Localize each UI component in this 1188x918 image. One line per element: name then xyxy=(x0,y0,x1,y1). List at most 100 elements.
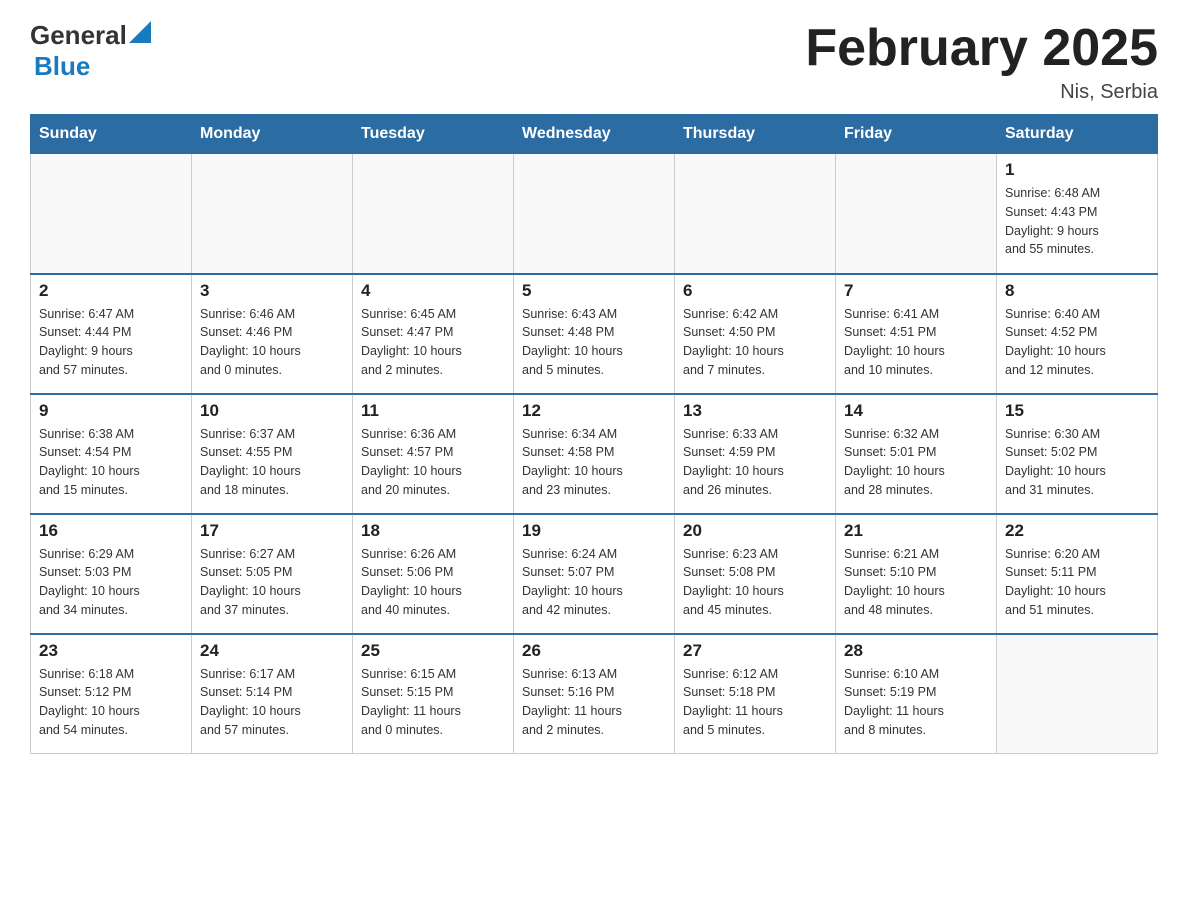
day-number: 10 xyxy=(200,401,344,421)
calendar-location: Nis, Serbia xyxy=(805,81,1158,104)
title-section: February 2025 Nis, Serbia xyxy=(805,20,1158,104)
day-info: Sunrise: 6:45 AM Sunset: 4:47 PM Dayligh… xyxy=(361,305,505,380)
day-info: Sunrise: 6:13 AM Sunset: 5:16 PM Dayligh… xyxy=(522,665,666,740)
calendar-cell-w2-d3: 4 Sunrise: 6:45 AM Sunset: 4:47 PM Daylig… xyxy=(353,274,514,394)
day-number: 24 xyxy=(200,641,344,661)
day-info: Sunrise: 6:27 AM Sunset: 5:05 PM Dayligh… xyxy=(200,545,344,620)
calendar-cell-w5-d5: 27 Sunrise: 6:12 AM Sunset: 5:18 PM Dayli… xyxy=(675,634,836,754)
calendar-title: February 2025 xyxy=(805,20,1158,77)
calendar-header-row: Sunday Monday Tuesday Wednesday Thursday… xyxy=(31,115,1158,154)
calendar-week-3: 9 Sunrise: 6:38 AM Sunset: 4:54 PM Daylig… xyxy=(31,394,1158,514)
calendar-cell-w4-d6: 21 Sunrise: 6:21 AM Sunset: 5:10 PM Dayli… xyxy=(836,514,997,634)
day-number: 22 xyxy=(1005,521,1149,541)
calendar-cell-w4-d1: 16 Sunrise: 6:29 AM Sunset: 5:03 PM Dayli… xyxy=(31,514,192,634)
calendar-week-1: 1Sunrise: 6:48 AM Sunset: 4:43 PM Daylig… xyxy=(31,154,1158,274)
header-tuesday: Tuesday xyxy=(353,115,514,154)
calendar-cell-w2-d7: 8 Sunrise: 6:40 AM Sunset: 4:52 PM Daylig… xyxy=(997,274,1158,394)
day-info: Sunrise: 6:47 AM Sunset: 4:44 PM Dayligh… xyxy=(39,305,183,380)
calendar-cell-w3-d5: 13 Sunrise: 6:33 AM Sunset: 4:59 PM Dayli… xyxy=(675,394,836,514)
day-number: 5 xyxy=(522,281,666,301)
day-number: 11 xyxy=(361,401,505,421)
day-info: Sunrise: 6:37 AM Sunset: 4:55 PM Dayligh… xyxy=(200,425,344,500)
header-saturday: Saturday xyxy=(997,115,1158,154)
calendar-cell-w5-d3: 25Sunrise: 6:15 AM Sunset: 5:15 PM Dayli… xyxy=(353,634,514,754)
day-number: 2 xyxy=(39,281,183,301)
day-number: 27 xyxy=(683,641,827,661)
day-number: 13 xyxy=(683,401,827,421)
day-number: 21 xyxy=(844,521,988,541)
calendar-cell-w1-d7: 1Sunrise: 6:48 AM Sunset: 4:43 PM Daylig… xyxy=(997,154,1158,274)
day-info: Sunrise: 6:29 AM Sunset: 5:03 PM Dayligh… xyxy=(39,545,183,620)
day-number: 4 xyxy=(361,281,505,301)
day-number: 9 xyxy=(39,401,183,421)
day-number: 16 xyxy=(39,521,183,541)
calendar-cell-w4-d3: 18 Sunrise: 6:26 AM Sunset: 5:06 PM Dayli… xyxy=(353,514,514,634)
header-monday: Monday xyxy=(192,115,353,154)
calendar-cell-w2-d6: 7Sunrise: 6:41 AM Sunset: 4:51 PM Daylig… xyxy=(836,274,997,394)
day-number: 1 xyxy=(1005,160,1149,180)
calendar-week-5: 23 Sunrise: 6:18 AM Sunset: 5:12 PM Dayli… xyxy=(31,634,1158,754)
day-info: Sunrise: 6:36 AM Sunset: 4:57 PM Dayligh… xyxy=(361,425,505,500)
day-number: 18 xyxy=(361,521,505,541)
calendar-cell-w3-d7: 15Sunrise: 6:30 AM Sunset: 5:02 PM Dayli… xyxy=(997,394,1158,514)
calendar-cell-w5-d6: 28 Sunrise: 6:10 AM Sunset: 5:19 PM Dayli… xyxy=(836,634,997,754)
calendar-cell-w2-d4: 5Sunrise: 6:43 AM Sunset: 4:48 PM Daylig… xyxy=(514,274,675,394)
calendar-cell-w2-d5: 6Sunrise: 6:42 AM Sunset: 4:50 PM Daylig… xyxy=(675,274,836,394)
calendar-cell-w1-d5 xyxy=(675,154,836,274)
day-number: 28 xyxy=(844,641,988,661)
day-info: Sunrise: 6:20 AM Sunset: 5:11 PM Dayligh… xyxy=(1005,545,1149,620)
calendar-cell-w5-d1: 23 Sunrise: 6:18 AM Sunset: 5:12 PM Dayli… xyxy=(31,634,192,754)
header-friday: Friday xyxy=(836,115,997,154)
day-number: 23 xyxy=(39,641,183,661)
day-info: Sunrise: 6:26 AM Sunset: 5:06 PM Dayligh… xyxy=(361,545,505,620)
calendar-cell-w1-d2 xyxy=(192,154,353,274)
calendar-cell-w5-d4: 26Sunrise: 6:13 AM Sunset: 5:16 PM Dayli… xyxy=(514,634,675,754)
header-thursday: Thursday xyxy=(675,115,836,154)
header-wednesday: Wednesday xyxy=(514,115,675,154)
calendar-cell-w4-d7: 22 Sunrise: 6:20 AM Sunset: 5:11 PM Dayli… xyxy=(997,514,1158,634)
calendar-cell-w3-d1: 9 Sunrise: 6:38 AM Sunset: 4:54 PM Daylig… xyxy=(31,394,192,514)
day-info: Sunrise: 6:21 AM Sunset: 5:10 PM Dayligh… xyxy=(844,545,988,620)
day-info: Sunrise: 6:12 AM Sunset: 5:18 PM Dayligh… xyxy=(683,665,827,740)
day-number: 14 xyxy=(844,401,988,421)
day-number: 19 xyxy=(522,521,666,541)
calendar-cell-w1-d1 xyxy=(31,154,192,274)
page-header: General Blue February 2025 Nis, Serbia xyxy=(30,20,1158,104)
calendar-cell-w3-d2: 10 Sunrise: 6:37 AM Sunset: 4:55 PM Dayli… xyxy=(192,394,353,514)
day-info: Sunrise: 6:38 AM Sunset: 4:54 PM Dayligh… xyxy=(39,425,183,500)
day-info: Sunrise: 6:33 AM Sunset: 4:59 PM Dayligh… xyxy=(683,425,827,500)
calendar-week-2: 2 Sunrise: 6:47 AM Sunset: 4:44 PM Daylig… xyxy=(31,274,1158,394)
day-info: Sunrise: 6:32 AM Sunset: 5:01 PM Dayligh… xyxy=(844,425,988,500)
logo-general-text: General xyxy=(30,20,127,51)
logo: General Blue xyxy=(30,20,151,82)
day-info: Sunrise: 6:18 AM Sunset: 5:12 PM Dayligh… xyxy=(39,665,183,740)
day-number: 12 xyxy=(522,401,666,421)
day-info: Sunrise: 6:10 AM Sunset: 5:19 PM Dayligh… xyxy=(844,665,988,740)
day-number: 6 xyxy=(683,281,827,301)
calendar-cell-w3-d3: 11 Sunrise: 6:36 AM Sunset: 4:57 PM Dayli… xyxy=(353,394,514,514)
header-sunday: Sunday xyxy=(31,115,192,154)
day-info: Sunrise: 6:34 AM Sunset: 4:58 PM Dayligh… xyxy=(522,425,666,500)
day-number: 7 xyxy=(844,281,988,301)
day-info: Sunrise: 6:40 AM Sunset: 4:52 PM Dayligh… xyxy=(1005,305,1149,380)
day-info: Sunrise: 6:23 AM Sunset: 5:08 PM Dayligh… xyxy=(683,545,827,620)
calendar-cell-w1-d4 xyxy=(514,154,675,274)
calendar-cell-w3-d4: 12 Sunrise: 6:34 AM Sunset: 4:58 PM Dayli… xyxy=(514,394,675,514)
calendar-cell-w2-d1: 2 Sunrise: 6:47 AM Sunset: 4:44 PM Daylig… xyxy=(31,274,192,394)
calendar-cell-w4-d2: 17 Sunrise: 6:27 AM Sunset: 5:05 PM Dayli… xyxy=(192,514,353,634)
calendar-cell-w4-d5: 20 Sunrise: 6:23 AM Sunset: 5:08 PM Dayli… xyxy=(675,514,836,634)
calendar-cell-w1-d6 xyxy=(836,154,997,274)
calendar-week-4: 16 Sunrise: 6:29 AM Sunset: 5:03 PM Dayli… xyxy=(31,514,1158,634)
day-info: Sunrise: 6:15 AM Sunset: 5:15 PM Dayligh… xyxy=(361,665,505,740)
day-number: 3 xyxy=(200,281,344,301)
calendar-cell-w5-d2: 24Sunrise: 6:17 AM Sunset: 5:14 PM Dayli… xyxy=(192,634,353,754)
calendar-cell-w3-d6: 14 Sunrise: 6:32 AM Sunset: 5:01 PM Dayli… xyxy=(836,394,997,514)
day-info: Sunrise: 6:46 AM Sunset: 4:46 PM Dayligh… xyxy=(200,305,344,380)
calendar-cell-w2-d2: 3 Sunrise: 6:46 AM Sunset: 4:46 PM Daylig… xyxy=(192,274,353,394)
day-number: 20 xyxy=(683,521,827,541)
logo-icon xyxy=(129,21,151,43)
day-info: Sunrise: 6:30 AM Sunset: 5:02 PM Dayligh… xyxy=(1005,425,1149,500)
calendar-table: Sunday Monday Tuesday Wednesday Thursday… xyxy=(30,114,1158,754)
day-number: 8 xyxy=(1005,281,1149,301)
day-number: 17 xyxy=(200,521,344,541)
